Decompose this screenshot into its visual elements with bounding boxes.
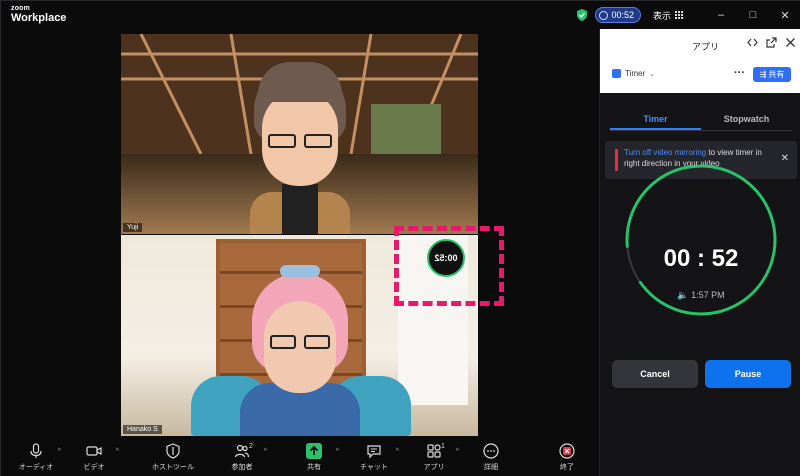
- notice-accent-bar: [615, 149, 618, 171]
- microphone-icon: [30, 443, 42, 458]
- video-tile-top[interactable]: Yuji: [121, 34, 478, 234]
- more-button[interactable]: 詳細: [464, 443, 518, 472]
- timer-pill-icon: [599, 10, 609, 20]
- title-bar-controls: 00:52 表示 – □ ✕: [575, 1, 800, 29]
- share-screen-icon: [306, 443, 322, 459]
- close-notice-icon[interactable]: ✕: [781, 153, 789, 164]
- chat-button[interactable]: チャット ^: [347, 443, 401, 472]
- apps-chevron-icon[interactable]: ^: [456, 448, 459, 455]
- apps-panel-actions: [747, 37, 796, 48]
- participants-chevron-icon[interactable]: ^: [264, 448, 267, 455]
- apps-panel-title: アプリ: [692, 42, 720, 52]
- chat-chevron-icon[interactable]: ^: [396, 448, 399, 455]
- title-bar: zoom Workplace 00:52 表示 – □ ✕: [1, 1, 800, 29]
- audio-button[interactable]: オーディオ ^: [9, 443, 63, 472]
- avatar-turtleneck: [281, 184, 318, 234]
- apps-count: 1: [441, 443, 445, 450]
- participant-name-top: Yuji: [123, 223, 143, 232]
- timer-pill[interactable]: 00:52: [595, 7, 641, 23]
- apps-panel: アプリ Timer ⌄ ··· ⇶ 共有 Timer Stopwatch Tur…: [599, 29, 800, 476]
- more-label: 詳細: [484, 464, 498, 471]
- end-meeting-button[interactable]: 終了: [540, 443, 594, 472]
- share-app-label: 共有: [768, 70, 785, 79]
- end-label: 終了: [560, 464, 574, 471]
- logo-main-text: Workplace: [11, 12, 67, 24]
- more-options-button[interactable]: ···: [734, 67, 745, 79]
- app-selector-label: Timer: [625, 69, 646, 78]
- tab-stopwatch[interactable]: Stopwatch: [701, 111, 792, 130]
- share-screen-button[interactable]: 共有 ^: [287, 443, 341, 472]
- participant-name-bottom: Hanako S: [123, 425, 162, 434]
- participants-count: 2: [249, 443, 253, 450]
- share-app-button[interactable]: ⇶ 共有: [753, 67, 791, 82]
- timer-tabs: Timer Stopwatch: [610, 111, 792, 131]
- participants-button[interactable]: 2 参加者 ^: [215, 443, 269, 472]
- video-button[interactable]: ビデオ ^: [67, 443, 121, 472]
- mirrored-timer-overlay: 00:52: [427, 239, 465, 277]
- minimize-button[interactable]: –: [705, 1, 737, 29]
- logo-small-text: zoom: [11, 5, 31, 12]
- sound-icon: 🔈: [677, 290, 692, 300]
- close-window-button[interactable]: ✕: [769, 1, 800, 29]
- avatar-glasses-right: [303, 335, 330, 349]
- pause-button[interactable]: Pause: [705, 360, 791, 388]
- avatar-yuji: [240, 62, 360, 234]
- chevron-down-icon: ⌄: [649, 70, 656, 78]
- video-camera-icon: [86, 446, 102, 456]
- chat-label: チャット: [360, 464, 388, 471]
- host-tools-label: ホストツール: [152, 464, 194, 471]
- audio-chevron-icon[interactable]: ^: [58, 448, 61, 455]
- video-chevron-icon[interactable]: ^: [116, 448, 119, 455]
- audio-label: オーディオ: [18, 464, 54, 471]
- chat-icon: [367, 445, 381, 459]
- timer-app-icon: [612, 69, 621, 78]
- avatar-hanako: [239, 265, 360, 436]
- shield-icon: [166, 443, 180, 459]
- timer-countdown: 00 : 52: [663, 245, 739, 272]
- apps-button[interactable]: 1 アプリ ^: [407, 443, 461, 472]
- share-screen-label: 共有: [307, 464, 321, 471]
- apps-label: アプリ: [423, 464, 445, 471]
- grid-view-icon[interactable]: [675, 11, 683, 19]
- app-selector[interactable]: Timer ⌄: [612, 69, 655, 78]
- tab-timer[interactable]: Timer: [610, 111, 701, 130]
- participants-label: 参加者: [231, 464, 253, 471]
- zoom-window: zoom Workplace 00:52 表示 – □ ✕ Yuji Hanak…: [0, 0, 800, 476]
- mirroring-link[interactable]: Turn off video mirroring: [624, 148, 706, 157]
- timer-end-time: 🔈 1:57 PM: [600, 290, 800, 301]
- video-gallery: Yuji Hanako S 00:52: [121, 34, 504, 436]
- meeting-toolbar: オーディオ ^ ビデオ ^ ホストツール 2 参加者 ^ 共有 ^ チャット ^: [1, 439, 599, 476]
- avatar-headband: [279, 265, 320, 277]
- end-time-value: 1:57 PM: [691, 290, 725, 300]
- avatar-glasses-right: [303, 134, 332, 148]
- avatar-glasses-left: [267, 134, 296, 148]
- avatar-fringe: [257, 62, 342, 102]
- video-label: ビデオ: [83, 464, 105, 471]
- close-panel-icon[interactable]: [785, 37, 796, 48]
- code-brackets-icon[interactable]: [747, 37, 758, 48]
- encryption-shield-icon[interactable]: [575, 8, 589, 22]
- participants-icon: [234, 444, 250, 458]
- cancel-button[interactable]: Cancel: [612, 360, 698, 388]
- share-icon: ⇶: [759, 70, 767, 79]
- maximize-button[interactable]: □: [737, 1, 769, 29]
- more-icon: [483, 443, 499, 459]
- popout-icon[interactable]: [766, 37, 777, 48]
- timer-pill-time: 00:52: [611, 10, 634, 20]
- zoom-logo: zoom Workplace: [11, 5, 66, 24]
- view-menu[interactable]: 表示: [653, 9, 671, 22]
- share-chevron-icon[interactable]: ^: [336, 448, 339, 455]
- avatar-glasses-left: [269, 335, 296, 349]
- apps-panel-header: アプリ Timer ⌄ ··· ⇶ 共有: [600, 29, 800, 93]
- host-tools-button[interactable]: ホストツール: [146, 443, 200, 472]
- end-icon: [559, 443, 575, 459]
- apps-icon: [427, 444, 441, 458]
